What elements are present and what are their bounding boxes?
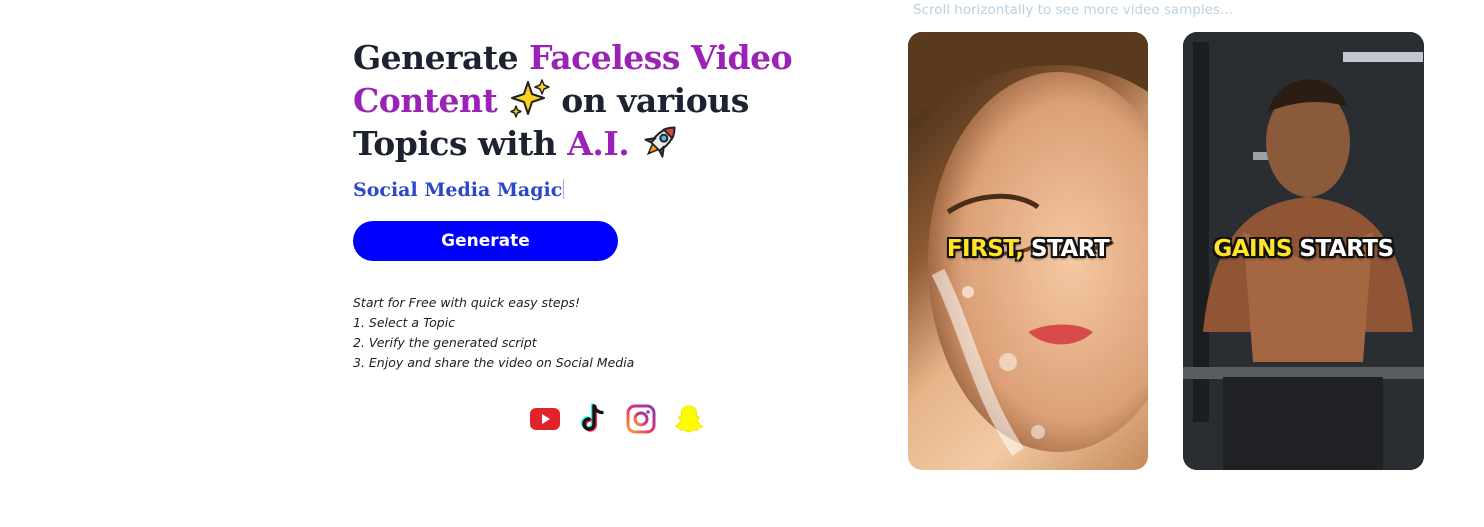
title-part-1: Generate — [353, 38, 530, 77]
step-item: 2. Verify the generated script — [353, 335, 537, 350]
scroll-hint: Scroll horizontally to see more video sa… — [913, 2, 1233, 18]
snapchat-icon[interactable] — [673, 403, 705, 435]
instagram-icon[interactable] — [625, 403, 657, 435]
steps-list: Start for Free with quick easy steps! 1.… — [353, 293, 634, 373]
video-caption: GAINS STARTS — [1183, 236, 1424, 262]
caption-rest: STARTS — [1291, 236, 1394, 262]
step-item: 3. Enjoy and share the video on Social M… — [353, 355, 635, 370]
generate-button[interactable]: Generate — [353, 221, 618, 261]
caption-highlight: GAINS — [1213, 236, 1292, 262]
social-links — [529, 403, 705, 435]
video-sample-card[interactable]: FIRST, START — [908, 32, 1148, 470]
page-title: Generate Faceless Video Content on vario… — [353, 38, 823, 164]
step-item: 1. Select a Topic — [353, 315, 456, 330]
tiktok-icon[interactable] — [577, 403, 609, 435]
title-accent-ai: A.I. — [567, 124, 630, 163]
typing-cursor — [563, 179, 565, 199]
typed-text: Social Media Magic — [353, 179, 563, 201]
video-sample-card[interactable]: GAINS STARTS — [1183, 32, 1424, 470]
typed-tagline: Social Media Magic — [353, 176, 823, 204]
steps-intro: Start for Free with quick easy steps! — [353, 295, 581, 310]
caption-highlight: FIRST, — [946, 236, 1024, 262]
hero-section: Generate Faceless Video Content on vario… — [353, 38, 823, 434]
rocket-icon — [644, 126, 676, 158]
video-caption: FIRST, START — [908, 236, 1148, 262]
sparkles-icon — [510, 79, 550, 118]
youtube-icon[interactable] — [529, 403, 561, 435]
caption-rest: START — [1023, 236, 1110, 262]
